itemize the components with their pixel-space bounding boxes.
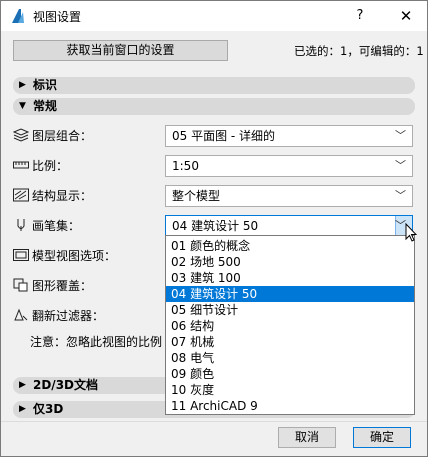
scale-label: 比例： xyxy=(13,157,68,175)
cancel-button[interactable]: 取消 xyxy=(278,427,336,448)
footer-divider xyxy=(1,421,427,422)
mouse-pointer-icon xyxy=(405,223,417,242)
close-button[interactable]: ✕ xyxy=(395,5,417,27)
renovation-filter-icon xyxy=(14,308,28,321)
view-settings-dialog: 视图设置 ? ✕ 获取当前窗口的设置 已选的：1，可编辑的：1 ▶ 标识 ▼ 常… xyxy=(0,0,428,457)
graphic-override-icon xyxy=(13,278,28,292)
layer-combination-value: 05 平面图 - 详细的 xyxy=(172,129,276,143)
chevron-down-icon: ﹀ xyxy=(395,159,406,172)
pen-set-label: 画笔集： xyxy=(13,217,80,235)
scale-text: 比例： xyxy=(32,159,69,173)
section-general[interactable]: ▼ 常规 xyxy=(13,98,415,115)
dropdown-option[interactable]: 08 电气 xyxy=(166,350,414,366)
scale-value: 1:50 xyxy=(172,159,199,173)
title-bar: 视图设置 ? ✕ xyxy=(1,1,427,31)
structure-icon xyxy=(13,188,29,202)
ruler-icon xyxy=(13,161,29,169)
layer-combination-select[interactable]: 05 平面图 - 详细的 ﹀ xyxy=(165,125,413,147)
renovation-filter-label[interactable]: 翻新过滤器： xyxy=(13,307,104,325)
graphic-override-label[interactable]: 图形覆盖： xyxy=(13,277,92,295)
section-label: 2D/3D文档 xyxy=(33,378,99,392)
graphic-override-text: 图形覆盖： xyxy=(32,279,93,293)
help-button[interactable]: ? xyxy=(349,5,371,27)
section-label: 标识 xyxy=(33,78,58,92)
dropdown-option[interactable]: 07 机械 xyxy=(166,334,414,350)
structure-display-label: 结构显示： xyxy=(13,187,92,205)
collapsed-arrow-icon: ▶ xyxy=(19,80,26,90)
dropdown-option[interactable]: 01 颜色的概念 xyxy=(166,238,414,254)
dropdown-option-selected[interactable]: 04 建筑设计 50 xyxy=(166,286,414,302)
dropdown-option[interactable]: 02 场地 500 xyxy=(166,254,414,270)
collapsed-arrow-icon: ▶ xyxy=(19,380,26,390)
scale-ignored-note: 注意：忽略此视图的比例 xyxy=(30,335,163,349)
get-current-window-settings-button[interactable]: 获取当前窗口的设置 xyxy=(13,40,228,61)
structure-display-value: 整个模型 xyxy=(172,189,221,203)
pen-set-text: 画笔集： xyxy=(32,219,81,233)
model-view-options-label[interactable]: 模型视图选项： xyxy=(13,247,116,265)
section-label: 仅3D xyxy=(33,402,64,416)
layer-combination-label: 图层组合： xyxy=(13,127,92,145)
chevron-down-icon: ﹀ xyxy=(395,129,406,142)
structure-display-text: 结构显示： xyxy=(32,189,93,203)
selection-info: 已选的：1，可编辑的：1 xyxy=(294,44,424,58)
dropdown-option[interactable]: 11 ArchiCAD 9 xyxy=(166,398,414,414)
layers-icon xyxy=(13,128,29,142)
expanded-arrow-icon: ▼ xyxy=(19,101,26,111)
section-label: 常规 xyxy=(33,99,58,113)
model-view-icon xyxy=(13,249,29,261)
section-identification[interactable]: ▶ 标识 xyxy=(13,77,415,94)
pen-set-value: 04 建筑设计 50 xyxy=(172,219,259,233)
layer-combination-text: 图层组合： xyxy=(32,129,93,143)
dropdown-option[interactable]: 03 建筑 100 xyxy=(166,270,414,286)
archicad-logo-icon xyxy=(9,7,27,25)
model-view-options-text: 模型视图选项： xyxy=(32,249,117,263)
scale-select[interactable]: 1:50 ﹀ xyxy=(165,155,413,177)
ok-button[interactable]: 确定 xyxy=(353,427,411,448)
dropdown-option[interactable]: 09 颜色 xyxy=(166,366,414,382)
pen-set-dropdown-list: 01 颜色的概念 02 场地 500 03 建筑 100 04 建筑设计 50 … xyxy=(165,235,415,415)
pen-set-select[interactable]: 04 建筑设计 50 ﹀ xyxy=(165,215,413,237)
collapsed-arrow-icon: ▶ xyxy=(19,404,26,414)
chevron-down-icon: ﹀ xyxy=(395,189,406,202)
renovation-filter-text: 翻新过滤器： xyxy=(32,309,105,323)
pen-icon xyxy=(17,219,25,231)
structure-display-select[interactable]: 整个模型 ﹀ xyxy=(165,185,413,207)
dropdown-option[interactable]: 10 灰度 xyxy=(166,382,414,398)
dropdown-option[interactable]: 05 细节设计 xyxy=(166,302,414,318)
dropdown-option[interactable]: 06 结构 xyxy=(166,318,414,334)
window-title: 视图设置 xyxy=(33,10,82,24)
